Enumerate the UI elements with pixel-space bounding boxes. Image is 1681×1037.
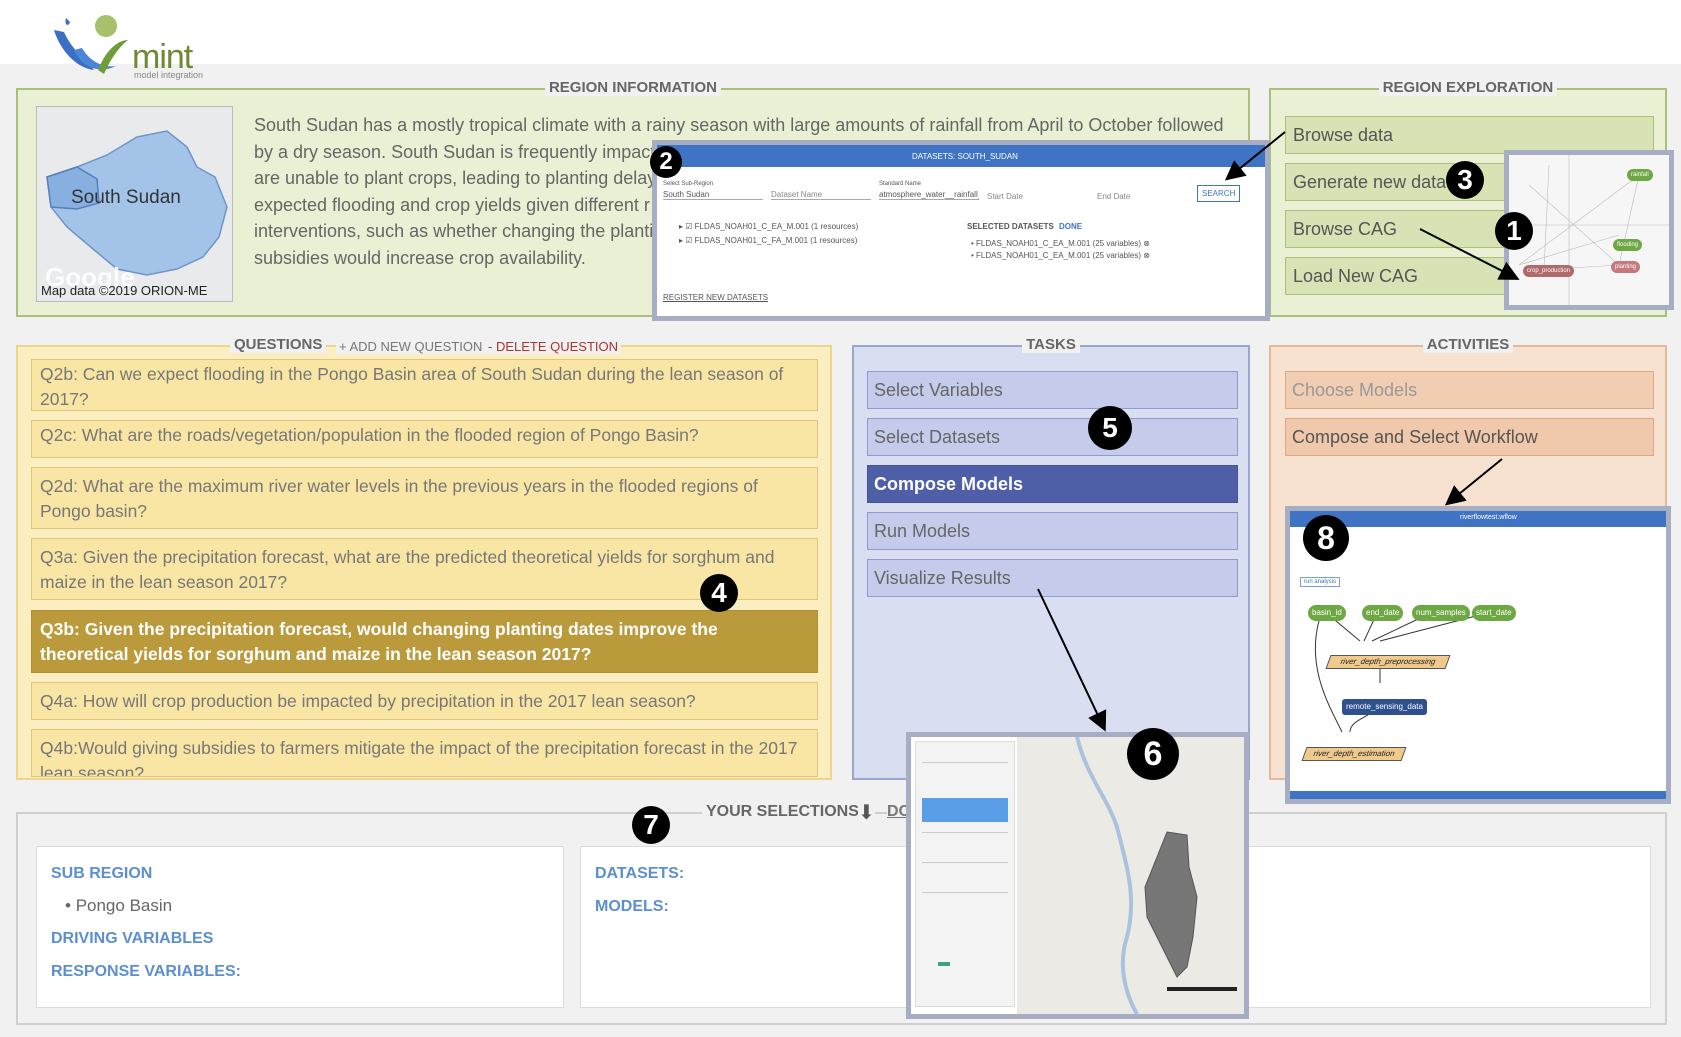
marker-3: 3 xyxy=(1446,161,1484,199)
marker-6: 6 xyxy=(1127,728,1179,780)
marker-2: 2 xyxy=(650,146,682,178)
marker-5: 5 xyxy=(1088,406,1132,450)
annotation-arrows xyxy=(1037,131,1520,732)
marker-8: 8 xyxy=(1303,515,1349,561)
marker-7: 7 xyxy=(632,806,670,844)
marker-1: 1 xyxy=(1495,212,1533,250)
marker-4: 4 xyxy=(700,574,738,612)
